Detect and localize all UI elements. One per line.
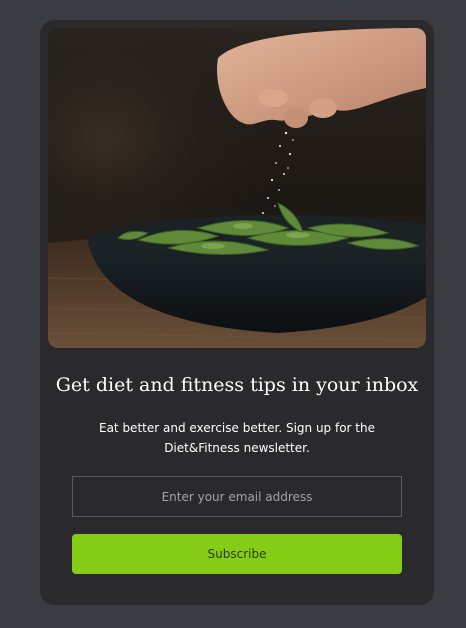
newsletter-title: Get diet and fitness tips in your inbox [55, 374, 419, 396]
newsletter-subtitle: Eat better and exercise better. Sign up … [98, 421, 375, 455]
email-input[interactable] [72, 476, 402, 517]
subscribe-button[interactable]: Subscribe [72, 534, 402, 574]
newsletter-card: Get diet and fitness tips in your inbox … [40, 20, 434, 605]
hero-image [48, 28, 426, 348]
